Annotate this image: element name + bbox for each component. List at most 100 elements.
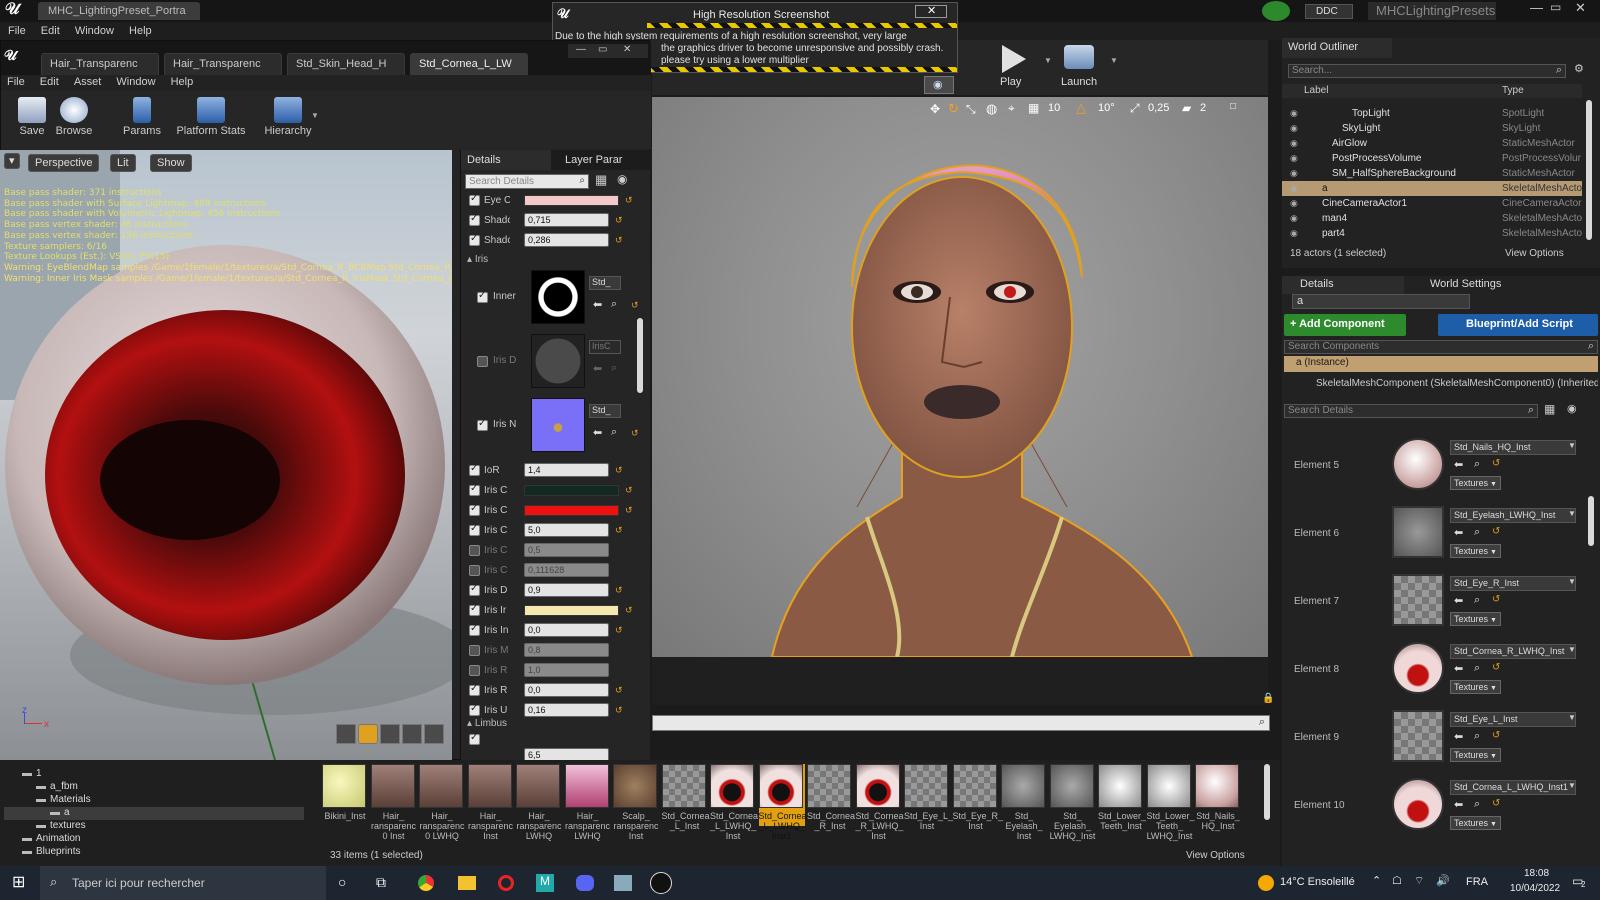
param-checkbox[interactable] <box>469 193 480 206</box>
weather-text[interactable]: 14°C Ensoleillé <box>1280 876 1355 888</box>
custom-mesh-preview-icon[interactable] <box>424 724 444 744</box>
folder-row[interactable]: ▬ a <box>4 807 304 820</box>
menu-edit[interactable]: Edit <box>35 22 66 40</box>
asset-tile[interactable]: Hair_ ransparenc 0 LWHQ <box>419 764 465 841</box>
folder-row[interactable]: ▬ 1 <box>4 768 304 781</box>
tab-std-skin-head[interactable]: Std_Skin_Head_H <box>287 53 405 75</box>
param-checkbox[interactable] <box>469 463 480 476</box>
lock-icon[interactable]: 🔒 <box>1262 693 1274 704</box>
add-component-button[interactable]: + Add Component <box>1284 314 1406 336</box>
asset-tile[interactable]: Std_Lower_ Teeth_ LWHQ_Inst <box>1146 764 1195 841</box>
browse-icon[interactable]: ⌕ <box>1474 798 1480 811</box>
reset-icon[interactable]: ↺ <box>1492 594 1500 605</box>
tab-world-settings[interactable]: World Settings <box>1410 276 1540 294</box>
browse-icon[interactable]: ⌕ <box>1474 526 1480 539</box>
param-checkbox[interactable] <box>469 623 480 636</box>
viewport-menu-button[interactable]: ▾ <box>4 153 24 172</box>
textures-dropdown[interactable]: Textures ▼ <box>1450 544 1501 558</box>
use-selected-icon[interactable]: ⬅ <box>593 426 602 439</box>
color-swatch[interactable] <box>524 194 619 206</box>
use-selected-icon[interactable]: ⬅ <box>1454 458 1463 471</box>
visibility-eye-icon[interactable]: ◉ <box>1290 213 1302 224</box>
asset-tile[interactable]: Std_Eye_L_ Inst <box>904 764 953 831</box>
material-select[interactable]: Std_Eye_R_Inst <box>1450 576 1576 591</box>
asset-tile[interactable]: Std_ Eyelash_ LWHQ_Inst <box>1049 764 1096 841</box>
cylinder-preview-icon[interactable] <box>336 724 356 744</box>
ddc-button[interactable]: DDC <box>1305 4 1353 19</box>
blueprint-button[interactable]: Blueprint/Add Script <box>1438 314 1598 336</box>
section-limbus[interactable]: ▴ Limbus <box>461 714 651 732</box>
limbus-checkbox[interactable] <box>469 732 480 745</box>
params-button[interactable]: Params <box>111 93 173 145</box>
texture-thumbnail[interactable] <box>531 270 585 324</box>
windows-start-icon[interactable]: ⊞ <box>12 872 25 892</box>
unreal-taskbar-icon[interactable] <box>650 872 672 894</box>
tab-details[interactable]: Details <box>1282 276 1404 294</box>
reset-icon[interactable]: ↺ <box>615 235 623 246</box>
volume-icon[interactable]: 🔊 <box>1436 874 1450 887</box>
hierarchy-dropdown-icon[interactable]: ▼ <box>311 111 319 120</box>
outliner-row[interactable]: ◉ CineCameraActor1 CineCameraActor <box>1282 196 1582 211</box>
material-select[interactable]: Std_Eye_L_Inst <box>1450 712 1576 727</box>
reset-icon[interactable]: ↺ <box>615 685 623 696</box>
chevron-down-icon[interactable]: ▼ <box>1568 713 1576 722</box>
folder-row[interactable]: ▬ Blueprints <box>4 846 304 859</box>
reset-icon[interactable]: ↺ <box>615 585 623 596</box>
use-selected-icon[interactable]: ⬅ <box>1454 662 1463 675</box>
content-view-options[interactable]: View Options <box>1186 850 1245 861</box>
search-details-input[interactable]: Search Details ⌕ <box>1284 404 1538 418</box>
reset-icon[interactable]: ↺ <box>1492 662 1500 673</box>
param-value[interactable]: 0,8 <box>524 643 609 657</box>
material-select[interactable]: Std_Cornea_L_LWHQ_Inst1 <box>1450 780 1576 795</box>
visibility-eye-icon[interactable]: ◉ <box>1290 228 1302 239</box>
grid-view-icon[interactable]: ▦ <box>595 172 607 188</box>
asset-tile[interactable]: Hair_ ransparenc 0 Inst <box>370 764 417 841</box>
reset-icon[interactable]: ↺ <box>625 195 633 206</box>
grid-view-icon[interactable]: ▦ <box>1544 402 1555 416</box>
taskbar-search-box[interactable]: ⌕ Taper ici pour rechercher <box>40 866 326 900</box>
param-value[interactable]: 0,0 <box>524 683 609 697</box>
param-value[interactable]: 0,111628 <box>524 563 609 577</box>
browse-icon[interactable]: ⌕ <box>1474 458 1480 471</box>
hierarchy-button[interactable]: Hierarchy <box>257 93 319 145</box>
plane-preview-icon[interactable] <box>380 724 400 744</box>
use-selected-icon[interactable]: ⬅ <box>1454 730 1463 743</box>
param-checkbox[interactable] <box>469 523 480 536</box>
folder-row[interactable]: ▬ Materials <box>4 794 304 807</box>
app-m-icon[interactable]: M <box>536 874 554 892</box>
param-checkbox[interactable] <box>469 644 480 656</box>
texture-thumbnail[interactable] <box>531 398 585 452</box>
actor-name-field[interactable]: a <box>1292 294 1470 309</box>
material-thumbnail[interactable] <box>1392 574 1444 626</box>
asset-tile[interactable]: Bikini_Inst <box>322 764 368 821</box>
language-indicator[interactable]: FRA <box>1466 876 1488 888</box>
param-value[interactable]: 0,0 <box>524 623 609 637</box>
param-value[interactable]: 5,0 <box>524 523 609 537</box>
folder-row[interactable]: ▬ textures <box>4 820 304 833</box>
tray-chevron-icon[interactable]: ⌃ <box>1372 874 1381 887</box>
asset-tile[interactable]: Hair_ ransparenc LWHQ <box>564 764 611 841</box>
source-control-icon[interactable] <box>1262 1 1290 21</box>
param-value[interactable]: 0,715 <box>524 213 609 227</box>
use-selected-icon[interactable]: ⬅ <box>593 362 602 375</box>
cube-preview-icon[interactable] <box>402 724 422 744</box>
outliner-search-input[interactable]: Search... ⌕ <box>1288 64 1566 78</box>
asset-tile[interactable]: Std_ Eyelash_ Inst <box>1001 764 1047 841</box>
menu-help[interactable]: Help <box>123 22 158 40</box>
menu-file[interactable]: File <box>1 75 31 89</box>
asset-tile[interactable]: Std_Nails_ HQ_Inst <box>1195 764 1241 831</box>
material-thumbnail[interactable] <box>1392 506 1444 558</box>
outliner-view-options[interactable]: View Options <box>1505 248 1564 259</box>
textures-dropdown[interactable]: Textures ▼ <box>1450 816 1501 830</box>
asset-tile[interactable]: Scalp_ ransparenc Inst <box>613 764 659 841</box>
section-iris[interactable]: ▴ Iris <box>461 250 651 268</box>
instance-row[interactable]: a (Instance) <box>1284 356 1598 372</box>
use-selected-icon[interactable]: ⬅ <box>1454 526 1463 539</box>
reset-icon[interactable]: ↺ <box>1492 730 1500 741</box>
component-row[interactable]: SkeletalMeshComponent (SkeletalMeshCompo… <box>1284 376 1598 392</box>
asset-scrollbar[interactable] <box>1264 764 1270 820</box>
param-checkbox[interactable] <box>469 503 480 516</box>
level-viewport[interactable]: ✥ ↻ ⤡ ◍ ⌖ ▦ 10 △ 10° ⤢ 0,25 ▰ 2 □ <box>652 97 1268 657</box>
file-explorer-icon[interactable] <box>458 876 476 890</box>
col-type[interactable]: Type <box>1502 85 1524 96</box>
